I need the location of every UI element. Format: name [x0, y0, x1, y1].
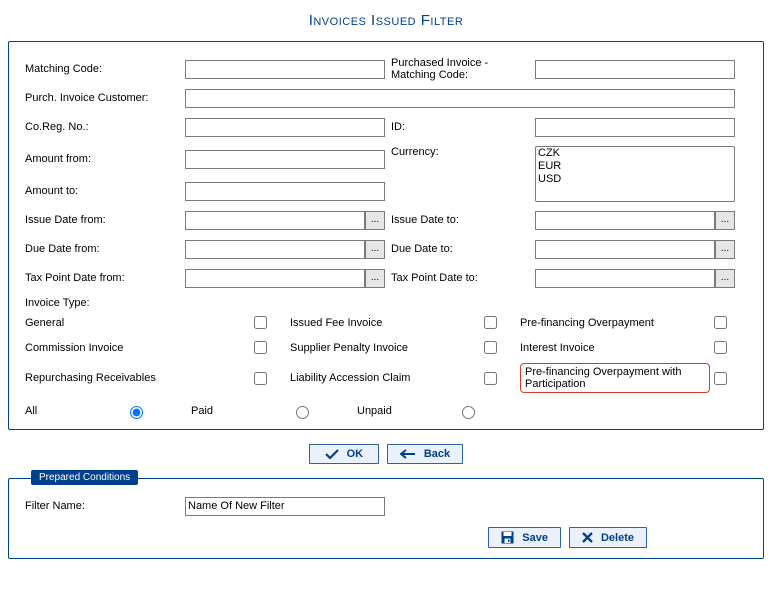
- general-checkbox[interactable]: [254, 316, 267, 329]
- tax-date-to-input[interactable]: [535, 269, 715, 288]
- label-amount-to: Amount to:: [25, 185, 185, 197]
- tax-date-to-picker[interactable]: ...: [715, 269, 735, 288]
- issue-date-from-input[interactable]: [185, 211, 365, 230]
- issue-date-to-input[interactable]: [535, 211, 715, 230]
- label-interest: Interest Invoice: [520, 342, 710, 354]
- purch-invoice-customer-input[interactable]: [185, 89, 735, 108]
- currency-option[interactable]: EUR: [536, 160, 734, 173]
- label-purchased-invoice-mc: Purchased Invoice - Matching Code:: [385, 57, 535, 81]
- all-radio[interactable]: [130, 406, 143, 419]
- liability-checkbox[interactable]: [484, 372, 497, 385]
- label-amount-from: Amount from:: [25, 153, 185, 165]
- due-date-to-picker[interactable]: ...: [715, 240, 735, 259]
- label-commission: Commission Invoice: [25, 342, 250, 354]
- label-prefin-over: Pre-financing Overpayment: [520, 317, 710, 329]
- back-label: Back: [424, 448, 450, 460]
- currency-option[interactable]: CZK: [536, 147, 734, 160]
- supplier-penalty-checkbox[interactable]: [484, 341, 497, 354]
- amount-from-input[interactable]: [185, 150, 385, 169]
- back-button[interactable]: Back: [387, 444, 463, 464]
- label-due-to: Due Date to:: [385, 243, 535, 255]
- prepared-conditions-panel: Prepared Conditions Filter Name: Save De…: [8, 478, 764, 559]
- prefin-over-checkbox[interactable]: [714, 316, 727, 329]
- tax-date-from-input[interactable]: [185, 269, 365, 288]
- save-label: Save: [522, 532, 548, 544]
- save-icon: [501, 531, 514, 544]
- label-purch-invoice-customer: Purch. Invoice Customer:: [25, 92, 185, 104]
- label-issue-from: Issue Date from:: [25, 214, 185, 226]
- interest-checkbox[interactable]: [714, 341, 727, 354]
- filter-panel: Matching Code: Purchased Invoice - Match…: [8, 41, 764, 430]
- label-tax-to: Tax Point Date to:: [385, 272, 535, 284]
- label-co-reg-no: Co.Reg. No.:: [25, 121, 185, 133]
- co-reg-no-input[interactable]: [185, 118, 385, 137]
- label-prefin-over-part: Pre-financing Overpayment with Participa…: [520, 363, 710, 393]
- label-all: All: [25, 405, 105, 417]
- purchased-invoice-mc-input[interactable]: [535, 60, 735, 79]
- label-general: General: [25, 317, 250, 329]
- arrow-left-icon: [400, 449, 416, 459]
- delete-icon: [582, 532, 593, 543]
- id-input[interactable]: [535, 118, 735, 137]
- issue-date-to-picker[interactable]: ...: [715, 211, 735, 230]
- ok-label: OK: [347, 448, 364, 460]
- label-due-from: Due Date from:: [25, 243, 185, 255]
- label-tax-from: Tax Point Date from:: [25, 272, 185, 284]
- due-date-from-input[interactable]: [185, 240, 365, 259]
- due-date-to-input[interactable]: [535, 240, 715, 259]
- prepared-conditions-legend: Prepared Conditions: [31, 470, 138, 485]
- delete-button[interactable]: Delete: [569, 527, 647, 548]
- commission-checkbox[interactable]: [254, 341, 267, 354]
- label-issue-to: Issue Date to:: [385, 214, 535, 226]
- label-matching-code: Matching Code:: [25, 63, 185, 75]
- label-liability: Liability Accession Claim: [290, 372, 480, 384]
- paid-radio[interactable]: [296, 406, 309, 419]
- currency-option[interactable]: USD: [536, 173, 734, 186]
- matching-code-input[interactable]: [185, 60, 385, 79]
- check-icon: [325, 448, 339, 460]
- delete-label: Delete: [601, 532, 634, 544]
- label-unpaid: Unpaid: [357, 405, 437, 417]
- issued-fee-checkbox[interactable]: [484, 316, 497, 329]
- ok-button[interactable]: OK: [309, 444, 379, 464]
- unpaid-radio[interactable]: [462, 406, 475, 419]
- due-date-from-picker[interactable]: ...: [365, 240, 385, 259]
- amount-to-input[interactable]: [185, 182, 385, 201]
- label-repurch: Repurchasing Receivables: [25, 372, 250, 384]
- label-filter-name: Filter Name:: [25, 500, 185, 512]
- filter-name-input[interactable]: [185, 497, 385, 516]
- prefin-over-part-checkbox[interactable]: [714, 372, 727, 385]
- label-currency: Currency:: [385, 146, 535, 158]
- tax-date-from-picker[interactable]: ...: [365, 269, 385, 288]
- issue-date-from-picker[interactable]: ...: [365, 211, 385, 230]
- repurch-checkbox[interactable]: [254, 372, 267, 385]
- label-supplier-penalty: Supplier Penalty Invoice: [290, 342, 480, 354]
- label-id: ID:: [385, 121, 535, 133]
- currency-select[interactable]: CZK EUR USD: [535, 146, 735, 202]
- label-paid: Paid: [191, 405, 271, 417]
- label-issued-fee: Issued Fee Invoice: [290, 317, 480, 329]
- label-invoice-type: Invoice Type:: [25, 297, 747, 309]
- page-title: Invoices Issued Filter: [8, 12, 764, 29]
- save-button[interactable]: Save: [488, 527, 561, 548]
